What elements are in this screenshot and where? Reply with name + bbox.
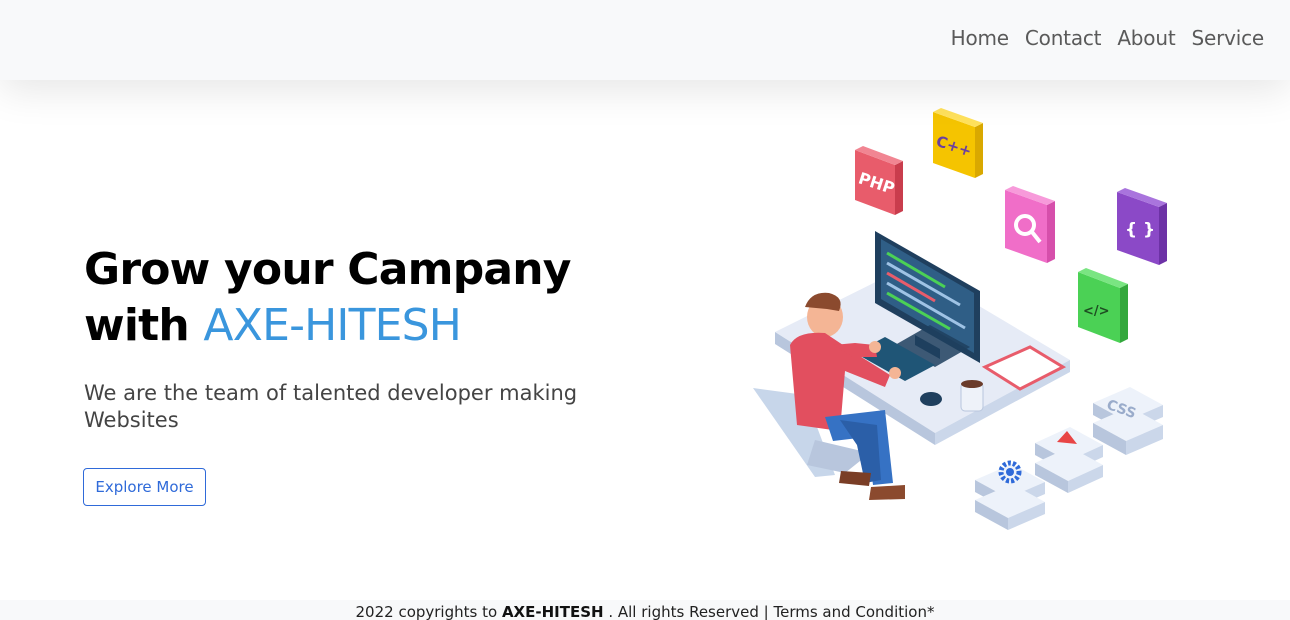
navbar: Home Contact About Service [0, 0, 1290, 80]
nav-about-link[interactable]: About [1117, 26, 1175, 50]
nav-links: Home Contact About Service [951, 26, 1265, 50]
footer: 2022 copyrights to AXE-HITESH . All righ… [0, 600, 1290, 620]
footer-brand: AXE-HITESH [501, 603, 604, 620]
shoe [869, 485, 905, 500]
hero-headline: Grow your Campany with AXE-HITESH [84, 242, 644, 354]
nav-home-link[interactable]: Home [951, 26, 1009, 50]
nav-service-link[interactable]: Service [1191, 26, 1264, 50]
cpp-icon: C++ [933, 108, 983, 178]
svg-text:{ }: { } [1125, 220, 1155, 240]
footer-suffix: . All rights Reserved | Terms and Condit… [608, 603, 935, 620]
css-blocks: CSS [1093, 387, 1163, 455]
hand [869, 341, 881, 353]
hero-subtitle: We are the team of talented developer ma… [84, 381, 578, 432]
braces-icon: { } [1117, 188, 1167, 265]
shoe [839, 471, 871, 486]
headline-brand: AXE-HITESH [203, 300, 462, 351]
footer-prefix: 2022 copyrights to [355, 603, 498, 620]
hero-section: Grow your Campany with AXE-HITESH We are… [84, 242, 644, 434]
code-icon: </> [1078, 268, 1128, 343]
coffee [961, 380, 983, 388]
nav-contact-link[interactable]: Contact [1025, 26, 1102, 50]
search-icon [1005, 186, 1055, 263]
explore-more-button[interactable]: Explore More [83, 468, 206, 506]
php-icon: PHP [855, 146, 903, 215]
headline-line1: Grow your Campany [84, 244, 571, 295]
mouse [920, 392, 942, 406]
developer-illustration: PHP C++ { } </> CSS [753, 108, 1167, 530]
headline-with: with [84, 300, 190, 351]
play-blocks [1035, 427, 1103, 493]
hand [889, 367, 901, 379]
gear-blocks [975, 460, 1045, 530]
svg-text:</>: </> [1083, 304, 1110, 319]
